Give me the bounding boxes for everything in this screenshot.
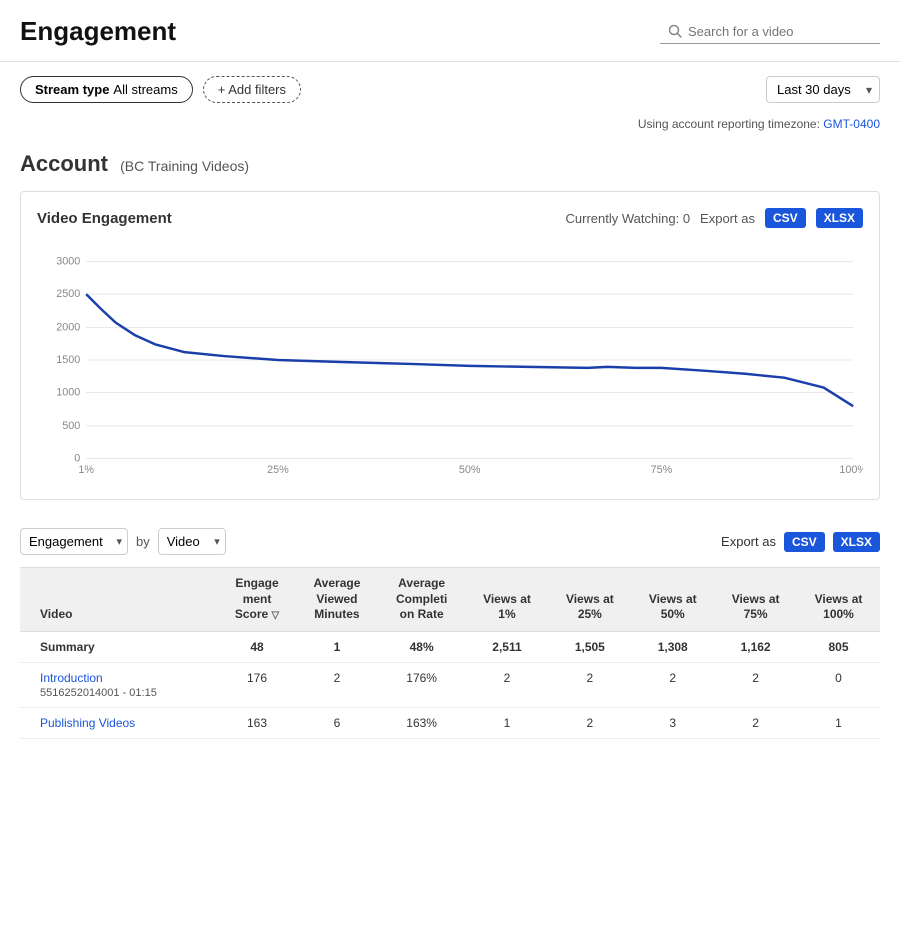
account-section-title: Account (BC Training Videos) [0,141,900,191]
engagement-table: Video EngagementScore ▽ AverageViewedMin… [20,567,880,739]
table-export-xlsx-button[interactable]: XLSX [833,532,880,552]
timezone-prefix: Using account reporting timezone: [638,117,820,131]
svg-text:2500: 2500 [56,288,80,300]
timezone-row: Using account reporting timezone: GMT-04… [0,117,900,141]
row1-views-75: 2 [714,662,797,707]
row1-views-25: 2 [548,662,631,707]
stream-type-value: All streams [113,82,177,97]
row2-views-100: 1 [797,707,880,738]
table-row: Introduction 5516252014001 - 01:15 176 2… [20,662,880,707]
summary-views-1: 2,511 [466,631,549,662]
table-export-controls: Export as CSV XLSX [721,532,880,552]
chart-export-xlsx-button[interactable]: XLSX [816,208,863,228]
account-subtitle: (BC Training Videos) [120,158,249,174]
chart-meta: Currently Watching: 0 Export as CSV XLSX [566,208,863,228]
table-controls-left: Engagement by Video [20,528,226,555]
table-row: Publishing Videos 163 6 163% 1 2 3 2 1 [20,707,880,738]
svg-text:3000: 3000 [56,256,80,268]
col-header-views-100: Views at100% [797,568,880,632]
video-id-1: 5516252014001 - 01:15 [40,687,157,699]
currently-watching-label: Currently Watching: 0 [566,211,691,226]
video-link-1[interactable]: Introduction [40,671,212,685]
summary-views-100: 805 [797,631,880,662]
row2-views-50: 3 [631,707,714,738]
data-table-wrapper: Video EngagementScore ▽ AverageViewedMin… [0,567,900,739]
table-row-summary: Summary 48 1 48% 2,511 1,505 1,308 1,162… [20,631,880,662]
chart-card: Video Engagement Currently Watching: 0 E… [20,191,880,500]
svg-text:1000: 1000 [56,386,80,398]
add-filters-button[interactable]: + Add filters [203,76,301,103]
metric-select[interactable]: Engagement [20,528,128,555]
video-link-2[interactable]: Publishing Videos [40,716,212,730]
svg-text:25%: 25% [267,464,289,476]
summary-views-50: 1,308 [631,631,714,662]
row2-avg-completion: 163% [378,707,466,738]
row1-engagement-score: 176 [218,662,296,707]
search-icon [668,24,682,38]
svg-text:0: 0 [74,452,80,464]
date-range-wrapper: Last 30 daysLast 7 daysLast 90 daysCusto… [766,76,880,103]
summary-avg-viewed: 1 [296,631,378,662]
table-header-row: Video EngagementScore ▽ AverageViewedMin… [20,568,880,632]
video-cell-2: Publishing Videos [20,707,218,738]
stream-type-button[interactable]: Stream type All streams [20,76,193,103]
table-controls: Engagement by Video Export as CSV XLSX [0,516,900,567]
page-title: Engagement [20,16,176,47]
summary-avg-completion: 48% [378,631,466,662]
engagement-chart: 0 500 1000 1500 2000 2500 3000 1% 25% 50… [37,240,863,480]
col-header-avg-completion: AverageCompletion Rate [378,568,466,632]
row2-views-1: 1 [466,707,549,738]
chart-header: Video Engagement Currently Watching: 0 E… [37,208,863,228]
engagement-chart-wrapper: 0 500 1000 1500 2000 2500 3000 1% 25% 50… [37,240,863,483]
row1-views-50: 2 [631,662,714,707]
col-header-avg-viewed: AverageViewedMinutes [296,568,378,632]
export-as-label: Export as [700,211,755,226]
page-header: Engagement [0,0,900,62]
dimension-select-wrapper: Video [158,528,226,555]
summary-engagement-score: 48 [218,631,296,662]
svg-text:1%: 1% [78,464,94,476]
search-box[interactable] [660,20,880,44]
by-label: by [136,534,150,549]
col-header-views-1: Views at1% [466,568,549,632]
chart-title: Video Engagement [37,210,172,227]
row2-views-25: 2 [548,707,631,738]
col-header-video: Video [20,568,218,632]
svg-text:50%: 50% [459,464,481,476]
col-header-views-25: Views at25% [548,568,631,632]
row1-avg-completion: 176% [378,662,466,707]
row1-views-100: 0 [797,662,880,707]
metric-select-wrapper: Engagement [20,528,128,555]
row2-engagement-score: 163 [218,707,296,738]
table-export-csv-button[interactable]: CSV [784,532,825,552]
date-range-select[interactable]: Last 30 daysLast 7 daysLast 90 daysCusto… [766,76,880,103]
stream-type-label: Stream type [35,82,109,97]
row2-views-75: 2 [714,707,797,738]
timezone-link[interactable]: GMT-0400 [823,117,880,131]
col-header-engagement-score[interactable]: EngagementScore ▽ [218,568,296,632]
row1-avg-viewed: 2 [296,662,378,707]
account-label: Account [20,151,108,176]
summary-label: Summary [20,631,218,662]
col-header-views-75: Views at75% [714,568,797,632]
svg-text:1500: 1500 [56,354,80,366]
filters-left: Stream type All streams + Add filters [20,76,301,103]
svg-text:2000: 2000 [56,322,80,334]
dimension-select[interactable]: Video [158,528,226,555]
search-input[interactable] [688,24,868,39]
row1-views-1: 2 [466,662,549,707]
svg-text:500: 500 [62,420,80,432]
summary-views-25: 1,505 [548,631,631,662]
summary-views-75: 1,162 [714,631,797,662]
col-header-views-50: Views at50% [631,568,714,632]
svg-text:75%: 75% [651,464,673,476]
filters-row: Stream type All streams + Add filters La… [0,62,900,117]
svg-text:100%: 100% [839,464,863,476]
video-cell-1: Introduction 5516252014001 - 01:15 [20,662,218,707]
chart-export-csv-button[interactable]: CSV [765,208,806,228]
table-export-label: Export as [721,534,776,549]
row2-avg-viewed: 6 [296,707,378,738]
